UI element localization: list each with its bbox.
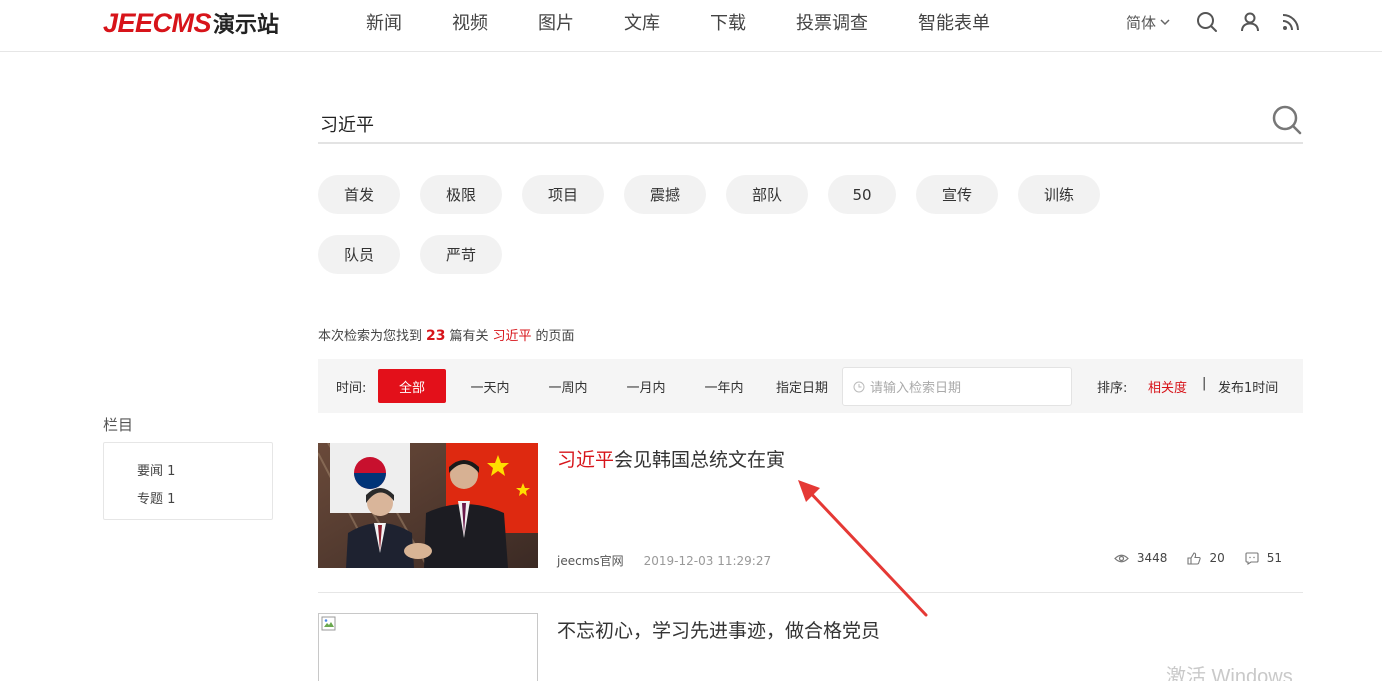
time-filter-month[interactable]: 一月内 bbox=[614, 369, 678, 403]
result-count: 23 bbox=[426, 328, 446, 344]
article-meta: jeecms官网 2019-12-03 11:29:27 bbox=[557, 552, 771, 569]
view-count-value: 3448 bbox=[1136, 551, 1168, 565]
clock-icon bbox=[853, 381, 865, 392]
search-icon[interactable] bbox=[1271, 104, 1303, 136]
language-switcher[interactable]: 简体 bbox=[1126, 12, 1170, 33]
eye-icon bbox=[1114, 554, 1129, 562]
nav-item-library[interactable]: 文库 bbox=[624, 9, 660, 35]
date-input[interactable]: 请输入检索日期 bbox=[842, 367, 1072, 406]
article-thumbnail[interactable] bbox=[318, 443, 538, 568]
channel-item-special[interactable]: 专题 1 bbox=[137, 486, 272, 514]
nav-item-download[interactable]: 下载 bbox=[710, 9, 746, 35]
date-input-placeholder: 请输入检索日期 bbox=[870, 381, 962, 396]
sidebar-title: 栏目 bbox=[103, 416, 134, 434]
search-input[interactable] bbox=[320, 110, 1220, 138]
time-filter-label: 时间: bbox=[336, 381, 367, 396]
time-filter-all[interactable]: 全部 bbox=[378, 369, 446, 403]
sort-time[interactable]: 发布1时间 bbox=[1218, 377, 1278, 396]
nav-item-smart-form[interactable]: 智能表单 bbox=[918, 9, 990, 35]
like-count-value: 20 bbox=[1209, 551, 1225, 565]
article-title-link[interactable]: 习近平会见韩国总统文在寅 bbox=[557, 445, 785, 472]
tag-item[interactable]: 训练 bbox=[1018, 175, 1100, 214]
logo-text-cn: 演示站 bbox=[213, 13, 280, 38]
nav-item-video[interactable]: 视频 bbox=[452, 9, 488, 35]
tag-item[interactable]: 震撼 bbox=[624, 175, 706, 214]
summary-prefix: 本次检索为您找到 bbox=[318, 329, 423, 344]
tag-item[interactable]: 严苛 bbox=[420, 235, 502, 274]
tag-item[interactable]: 项目 bbox=[522, 175, 604, 214]
article-stats: 3448 20 51 bbox=[1094, 551, 1282, 565]
time-filter-year[interactable]: 一年内 bbox=[692, 369, 756, 403]
sort-relevance[interactable]: 相关度 bbox=[1148, 377, 1187, 396]
article-source: jeecms官网 bbox=[557, 554, 624, 568]
nav-item-pictures[interactable]: 图片 bbox=[538, 9, 574, 35]
article-thumbnail-photo bbox=[318, 443, 538, 568]
channel-list: 要闻 1 专题 1 bbox=[103, 442, 273, 520]
article-date: 2019-12-03 11:29:27 bbox=[643, 554, 772, 568]
filter-bar: 时间: 全部 一天内 一周内 一月内 一年内 指定日期 请输入检索日期 排序: … bbox=[318, 359, 1303, 413]
logo-text-en: JEECMS bbox=[103, 7, 212, 38]
nav-item-news[interactable]: 新闻 bbox=[366, 9, 402, 35]
tag-item[interactable]: 宣传 bbox=[916, 175, 998, 214]
view-count: 3448 bbox=[1114, 551, 1168, 565]
custom-date-button[interactable]: 指定日期 bbox=[772, 369, 832, 403]
tag-item[interactable]: 首发 bbox=[318, 175, 400, 214]
channel-item-news[interactable]: 要闻 1 bbox=[137, 458, 272, 486]
comment-count[interactable]: 51 bbox=[1245, 551, 1282, 565]
nav-item-vote-survey[interactable]: 投票调查 bbox=[796, 9, 868, 35]
broken-image-icon bbox=[321, 616, 336, 631]
site-logo[interactable]: JEECMS 演示站 bbox=[103, 7, 279, 39]
summary-suffix: 的页面 bbox=[535, 329, 575, 344]
rss-icon[interactable] bbox=[1280, 11, 1302, 33]
chevron-down-icon bbox=[1160, 19, 1170, 26]
article-thumbnail[interactable] bbox=[318, 613, 538, 681]
tag-item[interactable]: 50 bbox=[828, 175, 896, 214]
like-count[interactable]: 20 bbox=[1187, 551, 1225, 565]
user-icon[interactable] bbox=[1239, 11, 1261, 33]
comment-count-value: 51 bbox=[1266, 551, 1282, 565]
summary-middle: 篇有关 bbox=[449, 329, 489, 344]
hot-tags: 首发 极限 项目 震撼 部队 50 宣传 训练 队员 严苛 bbox=[318, 175, 1218, 295]
result-summary: 本次检索为您找到 23 篇有关 习近平 的页面 bbox=[318, 325, 575, 344]
os-watermark: 激活 Windows bbox=[1166, 666, 1293, 681]
title-keyword-highlight: 习近平 bbox=[557, 449, 615, 471]
tag-item[interactable]: 部队 bbox=[726, 175, 808, 214]
summary-keyword: 习近平 bbox=[492, 329, 532, 344]
main-nav: 新闻 视频 图片 文库 下载 投票调查 智能表单 bbox=[366, 0, 1040, 44]
search-bar bbox=[318, 100, 1303, 144]
title-text: 会见韩国总统文在寅 bbox=[614, 449, 786, 471]
language-label: 简体 bbox=[1126, 14, 1157, 32]
sort-label: 排序: bbox=[1097, 381, 1128, 396]
comment-icon bbox=[1245, 551, 1259, 565]
top-header: JEECMS 演示站 新闻 视频 图片 文库 下载 投票调查 智能表单 简体 bbox=[0, 0, 1382, 52]
tag-item[interactable]: 极限 bbox=[420, 175, 502, 214]
sort-separator: | bbox=[1202, 376, 1207, 391]
tag-item[interactable]: 队员 bbox=[318, 235, 400, 274]
thumbs-up-icon bbox=[1187, 551, 1202, 565]
search-icon[interactable] bbox=[1196, 11, 1218, 33]
time-filter-day[interactable]: 一天内 bbox=[458, 369, 522, 403]
time-filter-week[interactable]: 一周内 bbox=[536, 369, 600, 403]
annotation-arrow-icon bbox=[798, 480, 928, 617]
